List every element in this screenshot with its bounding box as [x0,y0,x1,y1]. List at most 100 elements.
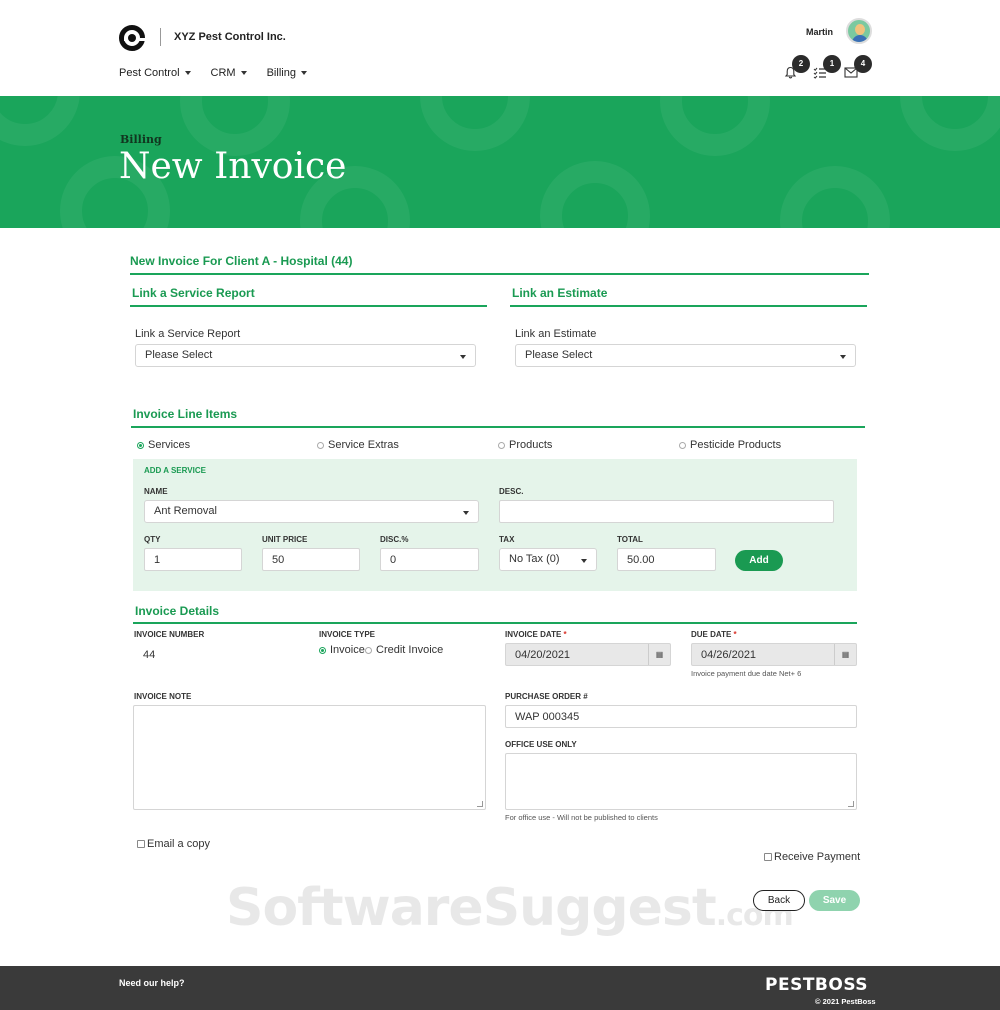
invoice-type-label: INVOICE TYPE [319,630,376,639]
tax-select[interactable]: No Tax (0) [499,548,597,571]
total-input[interactable]: 50.00 [617,548,716,571]
nav-label: Pest Control [119,67,180,79]
service-report-section-title: Link a Service Report [132,286,255,300]
banner-pattern [900,96,1000,151]
due-date-hint: Invoice payment due date Net+ 6 [691,669,802,678]
resize-handle-icon[interactable] [848,801,854,807]
avatar[interactable] [846,18,872,44]
disc-input[interactable]: 0 [380,548,479,571]
invoice-date-input[interactable]: 04/20/2021 ▦ [505,643,671,666]
due-date-label: DUE DATE * [691,630,737,639]
copyright-text: © 2021 PestBoss [815,997,876,1006]
nav-label: Billing [266,67,296,79]
type-products-radio[interactable]: Products [498,439,552,451]
email-copy-checkbox[interactable]: Email a copy [137,838,210,850]
banner-pattern [660,96,770,156]
chevron-down-icon [460,355,466,359]
section-rule [130,305,487,307]
user-name[interactable]: Martin [806,27,833,37]
radio-unselected [365,646,372,654]
add-service-panel [133,459,857,591]
type-pesticide-products-radio[interactable]: Pesticide Products [679,439,781,451]
select-value: Please Select [525,349,593,361]
calendar-icon[interactable]: ▦ [834,644,856,665]
nav-label: CRM [210,67,236,79]
save-button[interactable]: Save [809,890,860,911]
chevron-down-icon [581,559,587,563]
purchase-order-input[interactable]: WAP 000345 [505,705,857,728]
office-use-label: OFFICE USE ONLY [505,740,577,749]
service-report-label: Link a Service Report [135,328,241,340]
service-report-select[interactable]: Please Select [135,344,476,367]
nav-pest-control[interactable]: Pest Control [119,67,191,79]
banner-pattern [540,161,650,228]
company-logo[interactable] [119,25,150,51]
section-rule [130,273,869,275]
total-label: TOTAL [617,535,643,544]
calendar-icon[interactable]: ▦ [648,644,670,665]
name-label: NAME [144,487,168,496]
invoice-number-label: INVOICE NUMBER [134,630,205,639]
radio-label: Invoice [330,644,365,656]
page-title: New Invoice [119,146,347,187]
radio-selected [137,441,144,449]
main-nav: Pest Control CRM Billing [119,67,307,79]
banner-pattern [420,96,530,151]
chevron-down-icon [184,71,191,75]
chevron-down-icon [300,71,307,75]
desc-input[interactable] [499,500,834,523]
due-date-value: 04/26/2021 [701,649,757,661]
select-value: No Tax (0) [509,553,560,565]
office-use-hint: For office use - Will not be published t… [505,813,658,822]
unit-price-label: UNIT PRICE [262,535,308,544]
type-service-extras-radio[interactable]: Service Extras [317,439,399,451]
mail-count-badge: 4 [854,55,872,73]
radio-label: Service Extras [328,439,399,451]
checkbox-label: Email a copy [147,838,210,850]
invoice-for-title: New Invoice For Client A - Hospital (44) [130,254,353,268]
checkbox-label: Receive Payment [774,851,861,863]
due-date-label-text: DUE DATE [691,630,732,639]
back-button[interactable]: Back [753,890,805,911]
section-rule [133,622,857,624]
company-name: XYZ Pest Control Inc. [174,31,286,43]
checkbox-box [137,840,145,848]
receive-payment-checkbox[interactable]: Receive Payment [764,851,860,863]
radio-unselected [317,441,324,449]
top-header: XYZ Pest Control Inc. Pest Control CRM B… [0,0,1000,96]
nav-billing[interactable]: Billing [267,67,307,79]
invoice-date-label-text: INVOICE DATE [505,630,562,639]
service-name-select[interactable]: Ant Removal [144,500,479,523]
help-link[interactable]: Need our help? [119,978,185,988]
office-use-textarea[interactable] [505,753,857,810]
banner-pattern [780,166,890,228]
invoice-type-invoice-radio[interactable]: Invoice [319,644,365,656]
chevron-down-icon [240,71,247,75]
footer-brand-logo: PESTBOSS [765,975,869,995]
estimate-label: Link an Estimate [515,328,597,340]
estimate-section-title: Link an Estimate [512,286,608,300]
resize-handle-icon[interactable] [477,801,483,807]
checkbox-box [764,853,772,861]
breadcrumb[interactable]: Billing [120,133,162,146]
tax-label: TAX [499,535,515,544]
add-line-item-button[interactable]: Add [735,550,783,571]
tasks-count-badge: 1 [823,55,841,73]
disc-label: DISC.% [380,535,409,544]
header-divider [160,28,161,46]
radio-label: Pesticide Products [690,439,782,451]
invoice-type-credit-radio[interactable]: Credit Invoice [365,644,443,656]
unit-price-input[interactable]: 50 [262,548,360,571]
nav-crm[interactable]: CRM [211,67,247,79]
radio-unselected [679,441,686,449]
estimate-select[interactable]: Please Select [515,344,856,367]
type-services-radio[interactable]: Services [137,439,190,451]
radio-unselected [498,441,505,449]
banner-pattern [0,96,80,146]
line-items-title: Invoice Line Items [133,407,238,421]
section-rule [510,305,867,307]
notification-count-badge: 2 [792,55,810,73]
invoice-note-textarea[interactable] [133,705,486,810]
qty-input[interactable]: 1 [144,548,242,571]
due-date-input[interactable]: 04/26/2021 ▦ [691,643,857,666]
